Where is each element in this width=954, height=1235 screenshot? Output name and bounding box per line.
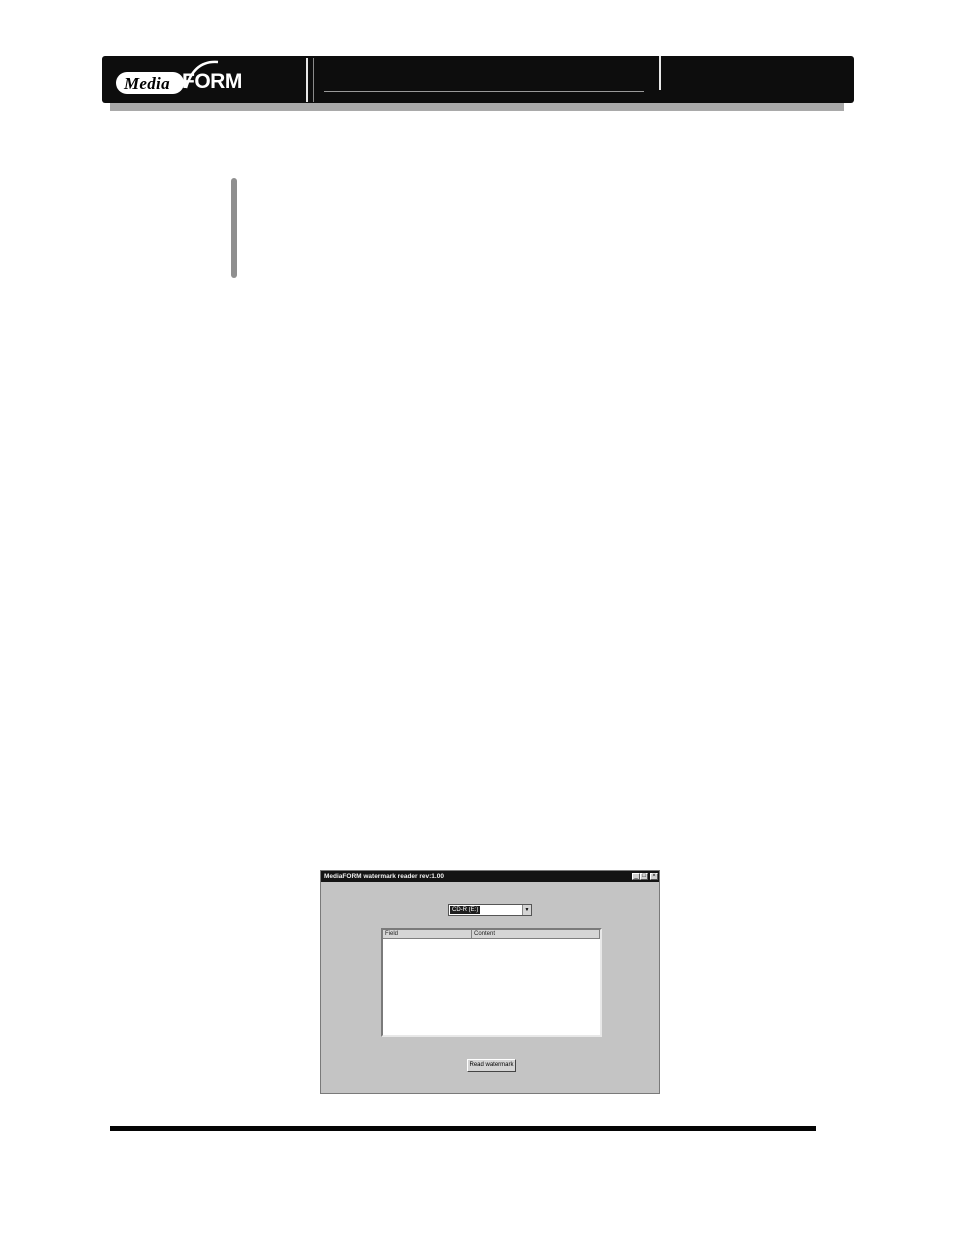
mediaform-logo: Media FORM: [112, 60, 302, 98]
maximize-button[interactable]: □: [640, 873, 648, 880]
header-divider: [306, 58, 308, 102]
column-header-content[interactable]: Content: [472, 930, 600, 938]
header-divider: [313, 58, 314, 102]
chevron-down-icon[interactable]: ▼: [522, 905, 531, 915]
dialog-title: MediaFORM watermark reader rev:1.00: [324, 873, 444, 880]
footer-rule: [110, 1126, 816, 1131]
minimize-button[interactable]: _: [632, 873, 640, 880]
watermark-reader-dialog: MediaFORM watermark reader rev:1.00 _ □ …: [320, 870, 660, 1094]
column-header-field[interactable]: Field: [383, 930, 472, 938]
header-banner: Media FORM: [102, 56, 854, 103]
logo-media-text: Media: [124, 74, 170, 93]
drive-selected-value: CD-R (E:): [450, 906, 481, 914]
dialog-titlebar: MediaFORM watermark reader rev:1.00 _ □ …: [321, 871, 659, 882]
header-divider: [659, 56, 661, 90]
watermark-field-list[interactable]: Field Content: [381, 928, 602, 1037]
section-marker-bar: [231, 178, 237, 278]
header-title-underline: [324, 91, 644, 92]
read-watermark-button[interactable]: Read watermark: [467, 1059, 516, 1072]
logo-form-text: FORM: [182, 70, 242, 93]
close-button[interactable]: ×: [650, 873, 658, 880]
list-header: Field Content: [383, 930, 600, 939]
drive-dropdown[interactable]: CD-R (E:) ▼: [448, 904, 532, 916]
